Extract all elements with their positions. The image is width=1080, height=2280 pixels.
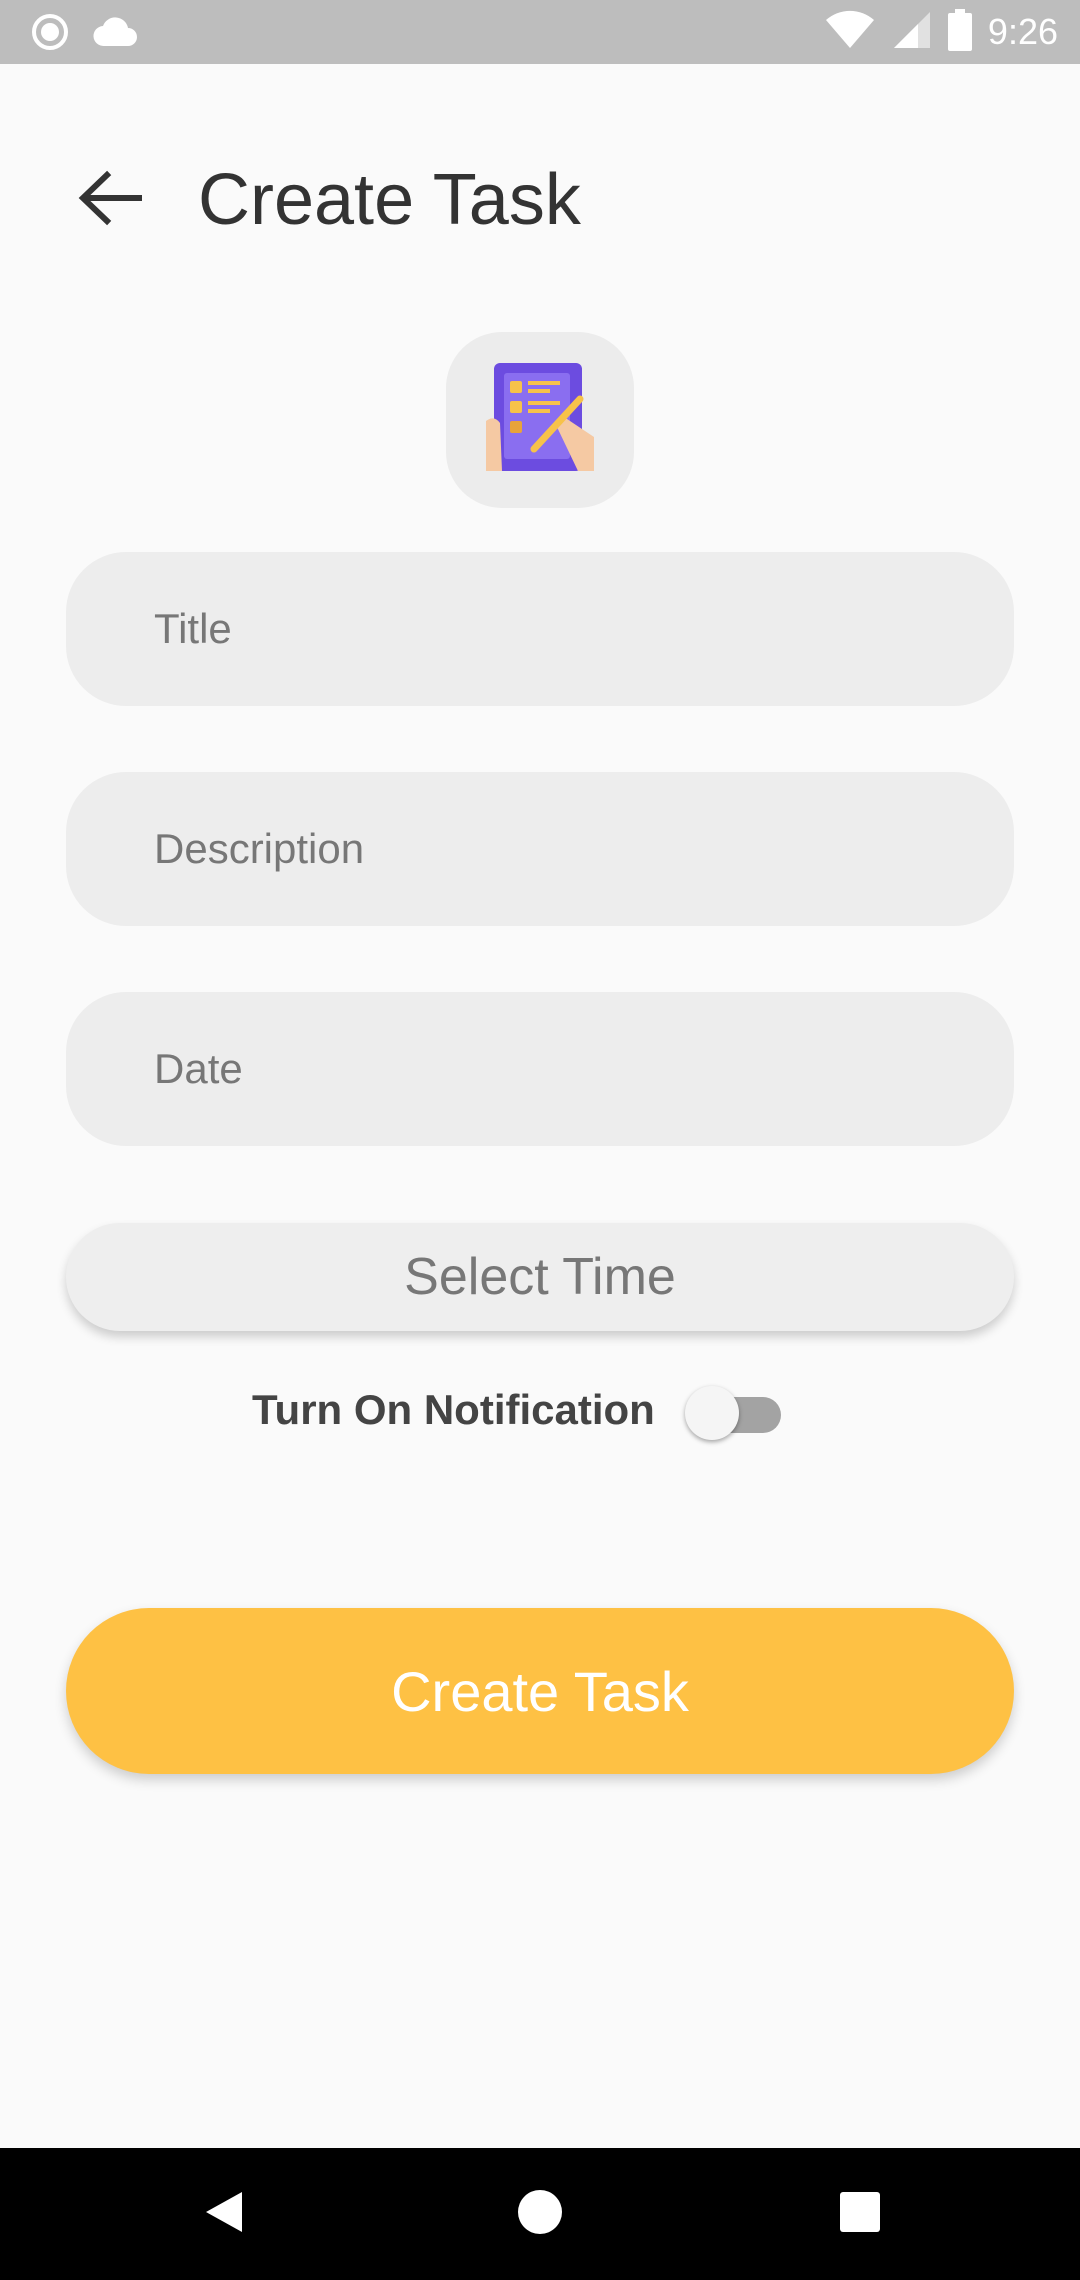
description-field[interactable] [66,772,1014,926]
status-time: 9:26 [987,11,1058,52]
signal-icon [892,10,932,55]
home-circle-icon [516,2188,564,2241]
status-bar: 9:26 [0,0,1080,64]
select-time-button[interactable]: Select Time [66,1223,1014,1331]
status-right-icons: 9:26 [824,8,1058,56]
back-button[interactable] [60,160,160,240]
notification-row: Turn On Notification [252,1380,785,1440]
date-field[interactable] [66,992,1014,1146]
notification-toggle[interactable] [684,1380,785,1440]
nav-recents-button[interactable] [824,2178,896,2250]
header: Create Task [0,150,1080,250]
title-field[interactable] [66,552,1014,706]
nav-home-button[interactable] [504,2178,576,2250]
app-icon-container [446,332,634,508]
create-task-button[interactable]: Create Task [66,1608,1014,1774]
arrow-left-icon [75,163,145,238]
wifi-icon [824,10,876,55]
navigation-bar [0,2148,1080,2280]
toggle-thumb [684,1386,739,1440]
task-checklist-icon [484,359,596,482]
back-triangle-icon [200,2188,248,2241]
record-icon [30,12,70,57]
battery-icon [947,8,972,56]
nav-back-button[interactable] [188,2178,260,2250]
page-title: Create Task [198,160,581,240]
recents-square-icon [838,2190,882,2239]
notification-label: Turn On Notification [252,1386,655,1433]
status-left-icons [30,12,138,57]
cloud-icon [92,16,138,53]
